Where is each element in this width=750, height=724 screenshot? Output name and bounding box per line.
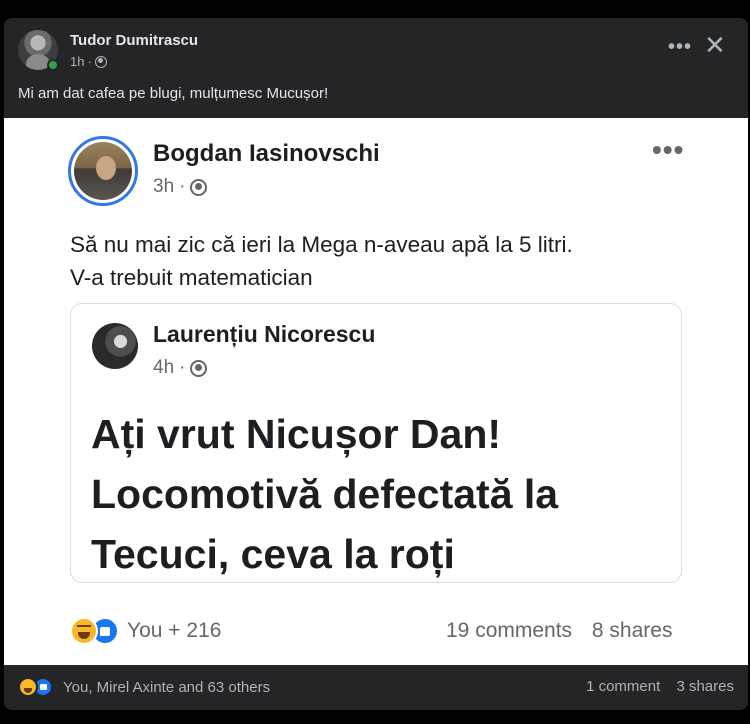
meta-separator: · bbox=[179, 176, 186, 197]
shared-comments-count: 19 comments bbox=[446, 619, 573, 642]
outer-post-header: Tudor Dumitrascu 1h · ••• ✕ bbox=[18, 30, 732, 76]
comments-count-link[interactable]: 1 comment bbox=[586, 678, 660, 695]
footer-stats: 1 comment 3 shares bbox=[586, 678, 734, 695]
shared-text-line: Să nu mai zic că ieri la Mega n-aveau ap… bbox=[70, 232, 573, 257]
shared-post-stats: 19 comments 8 shares bbox=[446, 619, 672, 643]
shared-post-meta: 3h · bbox=[153, 176, 208, 198]
quoted-text-line: Tecuci, ceva la roți bbox=[91, 531, 455, 577]
quoted-text-line: Ați vrut Nicușor Dan! bbox=[91, 411, 502, 457]
post-time[interactable]: 1h bbox=[70, 54, 84, 69]
haha-reaction-icon bbox=[18, 677, 38, 697]
more-options-button[interactable]: ••• bbox=[668, 36, 692, 59]
post-footer: You, Mirel Axinte and 63 others 1 commen… bbox=[18, 676, 734, 697]
globe-icon bbox=[190, 359, 208, 377]
shares-count-link[interactable]: 3 shares bbox=[676, 678, 734, 695]
haha-reaction-icon bbox=[70, 617, 98, 645]
online-status-icon bbox=[47, 59, 59, 71]
quoted-post: Laurențiu Nicorescu 4h · Ați vrut Nicușo… bbox=[70, 303, 682, 583]
quoted-post-time: 4h bbox=[153, 357, 175, 378]
close-button[interactable]: ✕ bbox=[704, 32, 726, 58]
globe-icon bbox=[190, 178, 208, 196]
post-text: Mi am dat cafea pe blugi, mulțumesc Mucu… bbox=[18, 85, 329, 102]
meta-separator: · bbox=[179, 357, 186, 378]
shared-reaction-count: You + 216 bbox=[127, 619, 222, 642]
author-name[interactable]: Tudor Dumitrascu bbox=[70, 32, 198, 49]
shared-reactions: You + 216 bbox=[70, 617, 221, 645]
shared-author-name: Bogdan Iasinovschi bbox=[153, 140, 380, 167]
shared-post-time: 3h bbox=[153, 176, 175, 197]
quoted-author-avatar bbox=[92, 323, 138, 369]
quoted-author-name: Laurențiu Nicorescu bbox=[153, 321, 376, 347]
reactions-summary[interactable]: You, Mirel Axinte and 63 others bbox=[63, 679, 270, 696]
quoted-text-line: Locomotivă defectată la bbox=[91, 471, 559, 517]
globe-icon bbox=[94, 55, 107, 68]
post-meta: 1h · bbox=[70, 54, 107, 69]
shared-shares-count: 8 shares bbox=[591, 619, 673, 642]
shared-author-photo bbox=[74, 142, 132, 200]
quoted-post-text: Ați vrut Nicușor Dan! Locomotivă defecta… bbox=[91, 404, 671, 584]
shared-text-line: V-a trebuit matematician bbox=[70, 265, 313, 290]
quoted-post-meta: 4h · bbox=[153, 357, 208, 379]
meta-separator: · bbox=[87, 54, 92, 69]
shared-post-text: Să nu mai zic că ieri la Mega n-aveau ap… bbox=[70, 228, 690, 294]
more-options-icon: ••• bbox=[652, 134, 685, 165]
shared-author-avatar bbox=[68, 136, 138, 206]
